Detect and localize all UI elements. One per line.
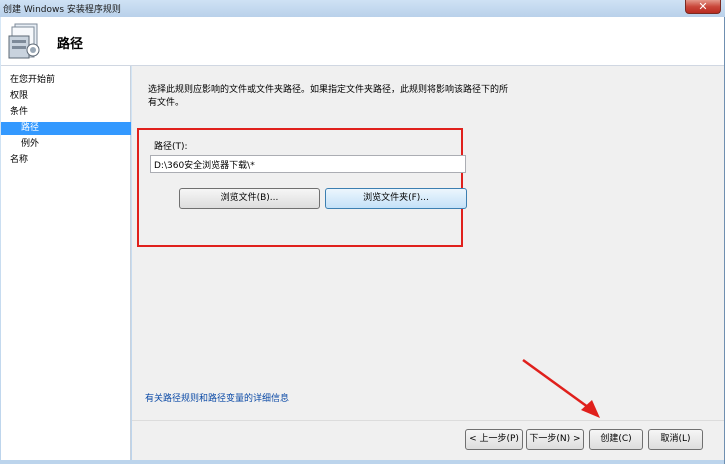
- browse-files-button[interactable]: 浏览文件(B)...: [179, 188, 320, 209]
- next-button[interactable]: 下一步(N) >: [526, 429, 584, 450]
- path-input[interactable]: [150, 155, 466, 173]
- sidebar-item-name[interactable]: 名称: [1, 154, 131, 167]
- wizard-footer: < 上一步(P) 下一步(N) > 创建(C) 取消(L): [132, 420, 724, 460]
- wizard-header: 路径: [1, 17, 724, 66]
- sidebar-item-before-you-begin[interactable]: 在您开始前: [1, 74, 131, 87]
- page-title: 路径: [57, 37, 84, 52]
- rule-wizard-window: 创建 Windows 安装程序规则 ✕ 路径 在您开始前 权限 条件 路径 例外…: [0, 0, 725, 464]
- rule-wizard-icon: [8, 23, 40, 59]
- path-description: 选择此规则应影响的文件或文件夹路径。如果指定文件夹路径，此规则将影响该路径下的所…: [148, 85, 509, 108]
- window-title: 创建 Windows 安装程序规则: [3, 5, 121, 15]
- path-rules-info-link[interactable]: 有关路径规则和路径变量的详细信息: [145, 391, 289, 404]
- sidebar-item-path[interactable]: 路径: [1, 122, 131, 135]
- close-button[interactable]: ✕: [685, 0, 721, 14]
- create-button[interactable]: 创建(C): [589, 429, 643, 450]
- browse-folders-button[interactable]: 浏览文件夹(F)...: [325, 188, 467, 209]
- main-content: 选择此规则应影响的文件或文件夹路径。如果指定文件夹路径，此规则将影响该路径下的所…: [132, 66, 724, 420]
- sidebar-item-permissions[interactable]: 权限: [1, 90, 131, 103]
- sidebar-item-conditions[interactable]: 条件: [1, 106, 131, 119]
- path-label: 路径(T):: [154, 142, 188, 152]
- wizard-steps-sidebar: 在您开始前 权限 条件 路径 例外 名称: [1, 66, 131, 460]
- cancel-button[interactable]: 取消(L): [648, 429, 703, 450]
- sidebar-item-exceptions[interactable]: 例外: [1, 138, 131, 151]
- back-button[interactable]: < 上一步(P): [465, 429, 523, 450]
- title-bar[interactable]: 创建 Windows 安装程序规则 ✕: [0, 0, 725, 17]
